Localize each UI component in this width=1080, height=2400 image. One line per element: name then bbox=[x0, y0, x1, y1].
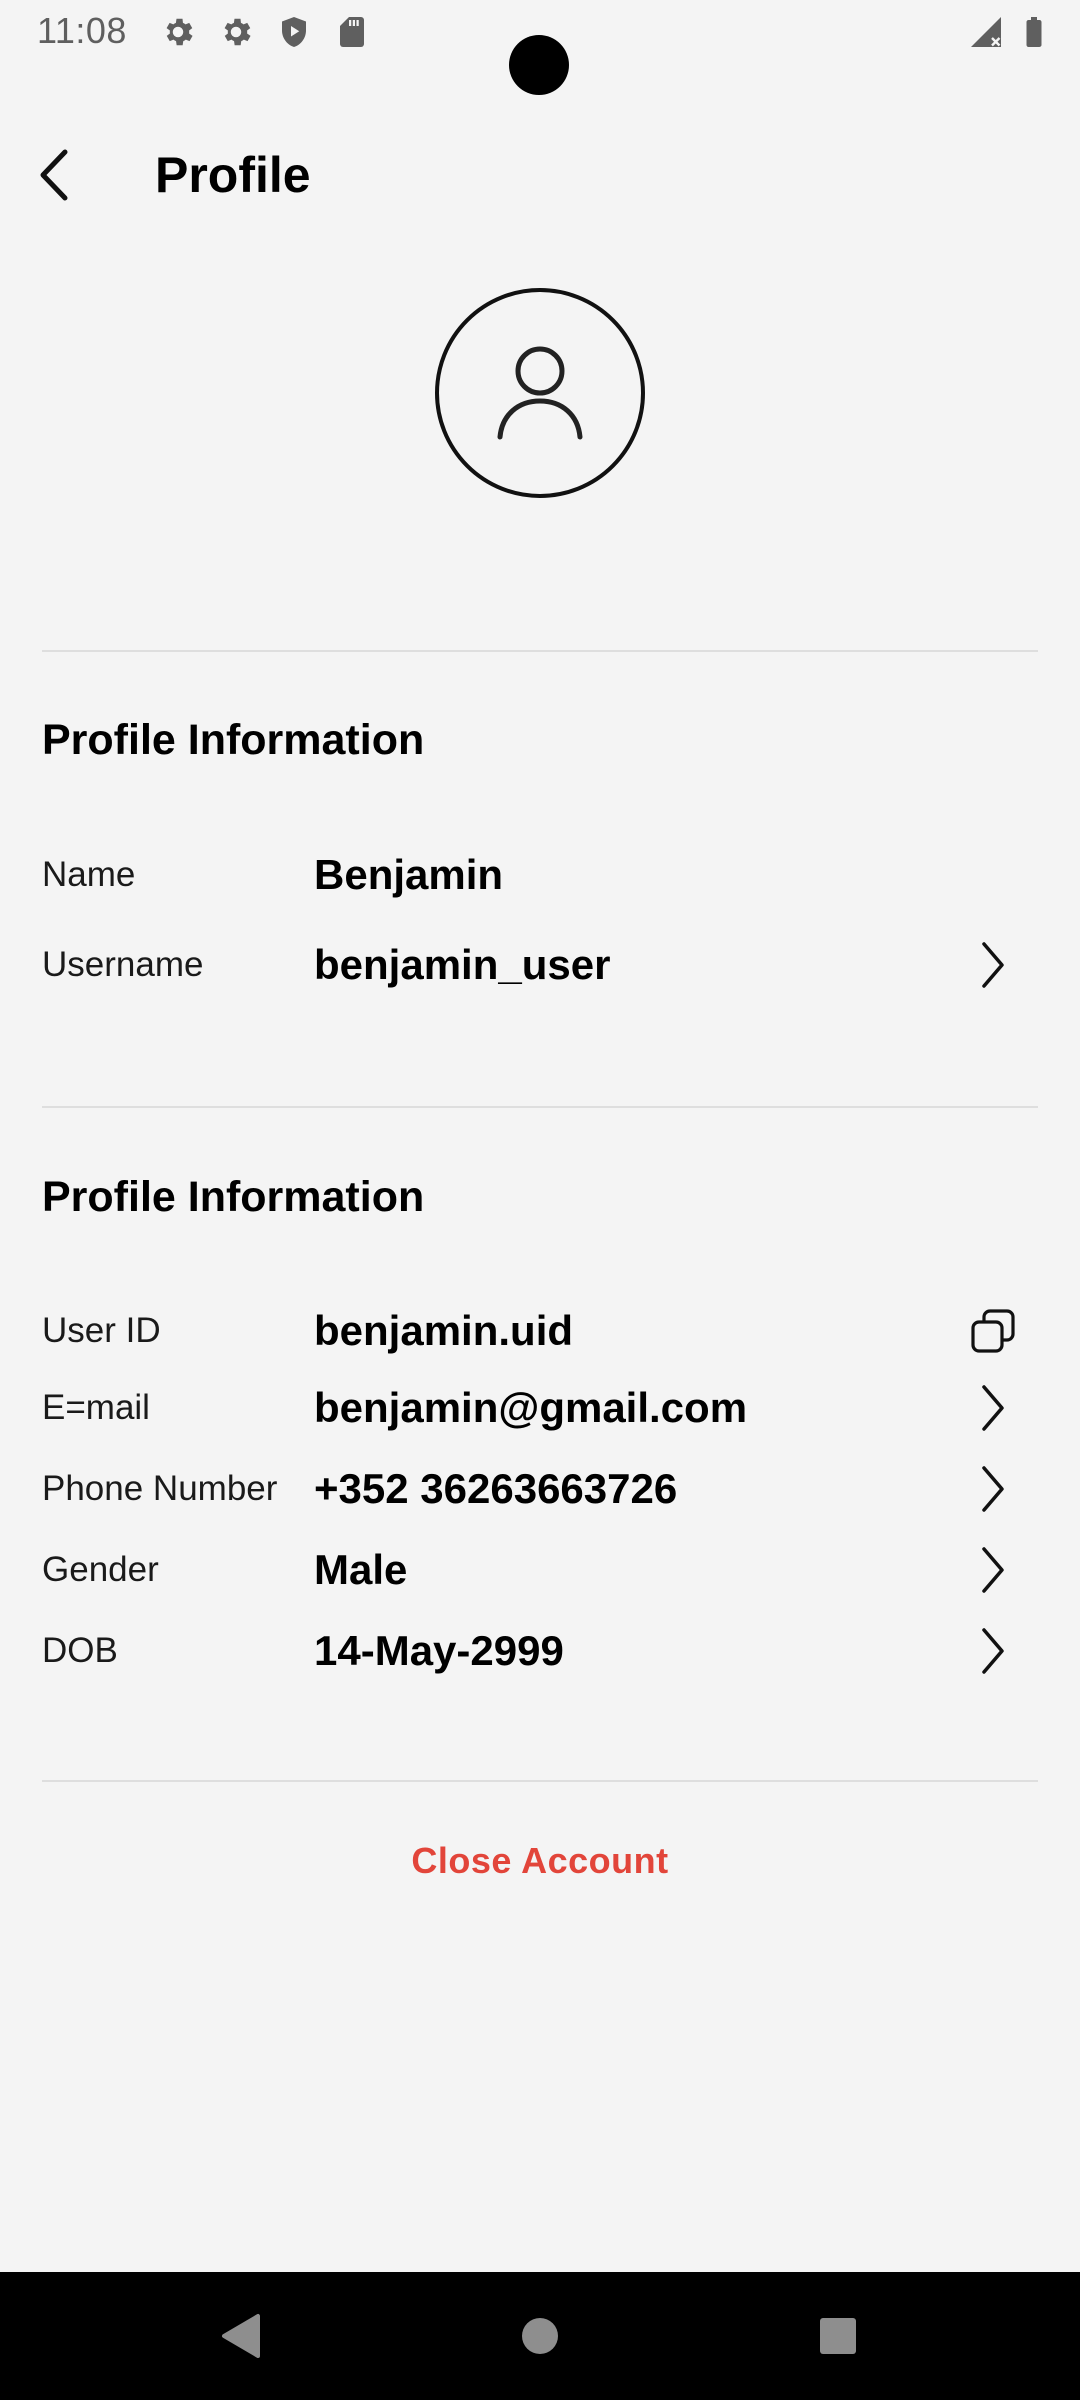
camera-cutout bbox=[509, 35, 569, 95]
dob-value: 14-May-2999 bbox=[314, 1627, 564, 1674]
username-row[interactable]: Username benjamin_user bbox=[42, 930, 1038, 1000]
gear-icon bbox=[224, 18, 251, 46]
name-value: Benjamin bbox=[314, 851, 504, 898]
gender-row[interactable]: Gender Male bbox=[42, 1535, 1038, 1605]
username-edit-button[interactable] bbox=[968, 937, 1018, 993]
gear-icon bbox=[166, 18, 193, 46]
username-value: benjamin_user bbox=[314, 941, 611, 988]
user-id-row: User ID benjamin.uid bbox=[42, 1296, 1038, 1366]
dob-row[interactable]: DOB 14-May-2999 bbox=[42, 1616, 1038, 1686]
user-icon bbox=[497, 346, 583, 440]
email-row[interactable]: E=mail benjamin@gmail.com bbox=[42, 1373, 1038, 1443]
user-id-value: benjamin.uid bbox=[314, 1307, 574, 1354]
chevron-right-icon bbox=[982, 942, 1004, 988]
email-edit-button[interactable] bbox=[968, 1380, 1018, 1436]
page-title: Profile bbox=[155, 147, 311, 203]
avatar[interactable] bbox=[435, 288, 645, 498]
dob-edit-button[interactable] bbox=[968, 1623, 1018, 1679]
signal-icon bbox=[971, 17, 1001, 47]
phone-edit-button[interactable] bbox=[968, 1461, 1018, 1517]
section-title: Profile Information bbox=[42, 716, 425, 764]
chevron-right-icon bbox=[982, 1628, 1004, 1674]
chevron-right-icon bbox=[982, 1466, 1004, 1512]
user-id-label: User ID bbox=[42, 1311, 161, 1350]
home-circle-icon bbox=[522, 2318, 558, 2354]
nav-recents-button[interactable] bbox=[798, 2296, 878, 2376]
status-time: 11:08 bbox=[37, 10, 127, 51]
email-value: benjamin@gmail.com bbox=[314, 1384, 748, 1431]
back-button[interactable] bbox=[20, 135, 90, 215]
nav-back-button[interactable] bbox=[200, 2296, 280, 2376]
chevron-right-icon bbox=[982, 1385, 1004, 1431]
profile-screen: 11:08 Profile Profile Information Name B… bbox=[0, 0, 1080, 2400]
navigation-bar bbox=[0, 2272, 1080, 2400]
phone-label: Phone Number bbox=[42, 1469, 278, 1508]
email-label: E=mail bbox=[42, 1388, 150, 1427]
name-label: Name bbox=[42, 855, 136, 894]
gender-edit-button[interactable] bbox=[968, 1542, 1018, 1598]
chevron-left-icon bbox=[40, 149, 68, 201]
back-triangle-icon bbox=[222, 2314, 260, 2358]
copy-icon bbox=[971, 1309, 1015, 1353]
divider bbox=[42, 1780, 1038, 1782]
close-account-button[interactable]: Close Account bbox=[0, 1840, 1080, 1882]
name-row: Name Benjamin bbox=[42, 840, 1038, 910]
nav-home-button[interactable] bbox=[500, 2296, 580, 2376]
recents-square-icon bbox=[820, 2318, 856, 2354]
divider bbox=[42, 1106, 1038, 1108]
dob-label: DOB bbox=[42, 1631, 118, 1670]
gender-label: Gender bbox=[42, 1550, 159, 1589]
gender-value: Male bbox=[314, 1546, 408, 1593]
chevron-right-icon bbox=[982, 1547, 1004, 1593]
section-title: Profile Information bbox=[42, 1173, 425, 1221]
sd-card-icon bbox=[340, 17, 364, 47]
shield-play-icon bbox=[282, 17, 306, 47]
copy-user-id-button[interactable] bbox=[968, 1303, 1018, 1359]
phone-row[interactable]: Phone Number +352 36263663726 bbox=[42, 1454, 1038, 1524]
divider bbox=[42, 650, 1038, 652]
username-label: Username bbox=[42, 945, 204, 984]
phone-value: +352 36263663726 bbox=[314, 1465, 678, 1512]
battery-icon bbox=[1026, 17, 1042, 47]
